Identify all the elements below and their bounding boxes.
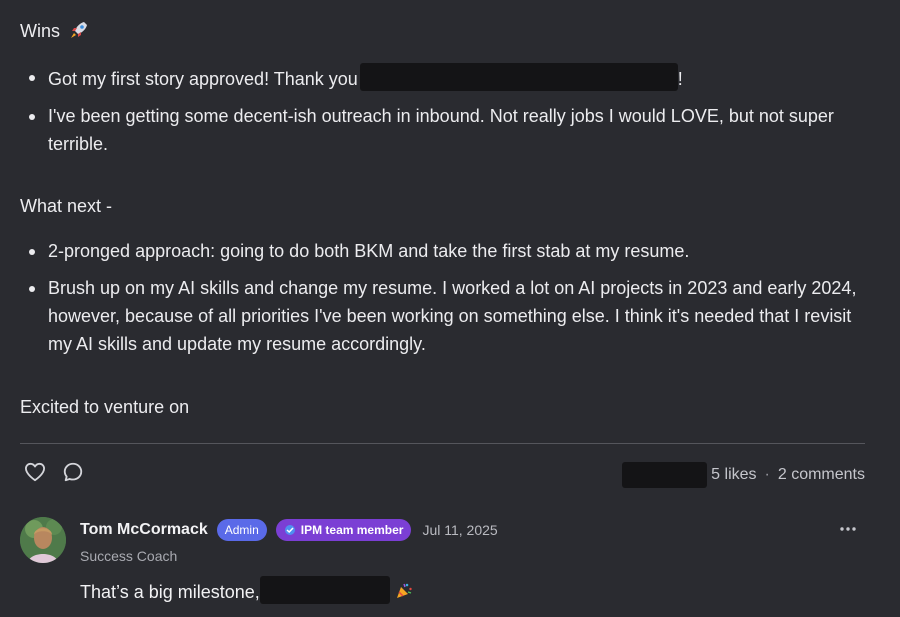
comment-date: Jul 11, 2025 [422,522,498,538]
comments-count[interactable]: 2 comments [778,466,865,484]
list-item: 2-pronged approach: going to do both BKM… [20,237,865,265]
team-badge-icon [284,525,295,535]
redacted-mention [359,63,678,91]
more-options-button[interactable] [833,519,863,539]
party-popper-icon [395,581,413,607]
comment-icon [63,462,83,482]
avatar[interactable] [20,517,66,563]
next-list: 2-pronged approach: going to do both BKM… [20,237,865,367]
closing-text: Excited to venture on [20,397,190,417]
redacted-mention [259,576,390,604]
list-item: Got my first story approved! Thank you! [20,63,865,93]
next-heading: What next - [20,196,113,216]
post-actions: 5 likes · 2 comments [20,458,865,488]
author-role: Success Coach [80,548,178,564]
list-item: Brush up on my AI skills and change my r… [20,274,865,358]
admin-badge: Admin [216,519,267,541]
ellipsis-icon [840,527,856,531]
comment-button[interactable] [60,458,86,486]
wins-list: Got my first story approved! Thank you! … [20,63,865,167]
comment: Tom McCormack Admin IPM team member Jul … [20,513,865,617]
heart-icon [24,462,45,482]
author-name[interactable]: Tom McCormack [80,521,208,539]
comment-header: Tom McCormack Admin IPM team member Jul … [80,517,498,543]
rocket-icon [69,20,89,46]
like-button[interactable] [22,458,48,486]
redacted-avatars [622,462,708,488]
comment-text: That’s a big milestone, [80,576,413,607]
wins-heading: Wins [20,19,89,46]
stats-separator: · [764,466,770,483]
divider [20,443,865,444]
team-member-badge: IPM team member [275,519,412,541]
list-item: I've been getting some decent-ish outrea… [20,102,865,158]
post-stats: 5 likes · 2 comments [622,462,865,488]
likes-count[interactable]: 5 likes [711,466,756,484]
